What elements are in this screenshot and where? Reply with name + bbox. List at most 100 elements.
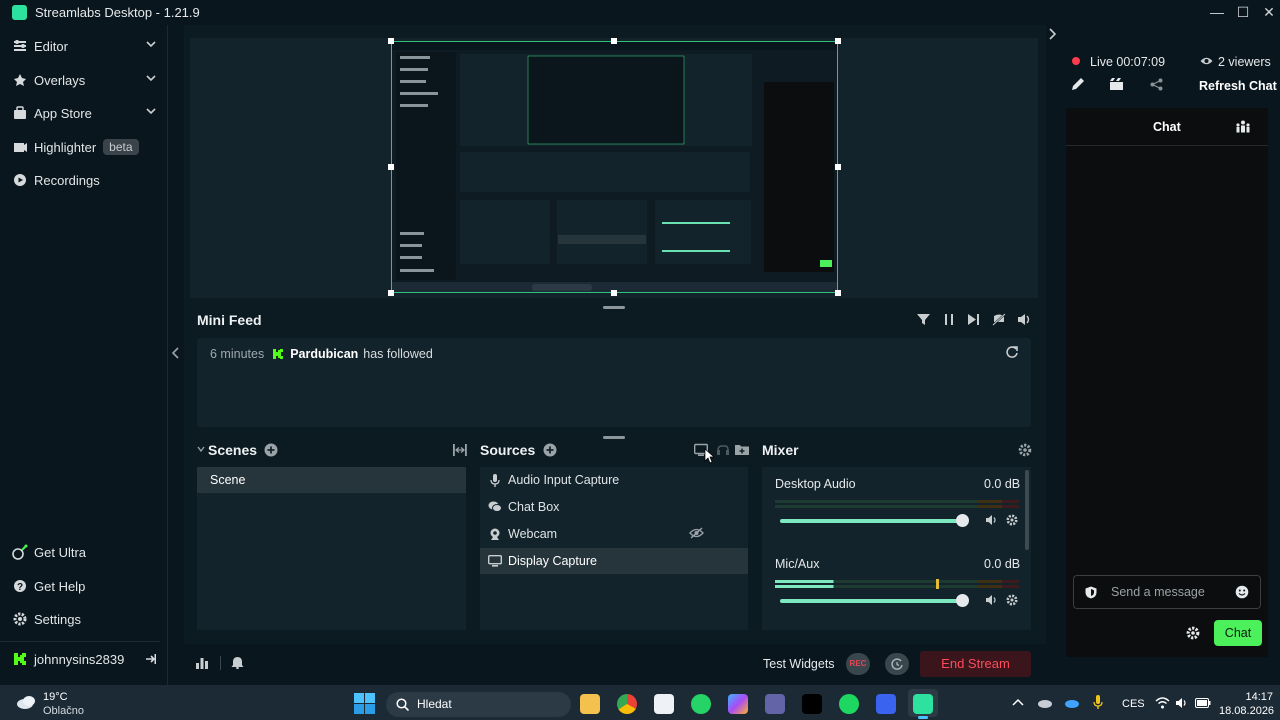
- add-scene-icon[interactable]: [264, 443, 278, 457]
- drag-handle[interactable]: [603, 306, 625, 309]
- drag-handle[interactable]: [603, 436, 625, 439]
- performance-stats-icon[interactable]: [196, 656, 209, 669]
- resize-handle[interactable]: [388, 164, 394, 170]
- streamlabs-icon[interactable]: [913, 694, 933, 714]
- tiktok-icon[interactable]: [802, 694, 822, 714]
- resize-handle[interactable]: [611, 290, 617, 296]
- source-item-selected[interactable]: Display Capture: [480, 548, 748, 574]
- highlighter-icon: [12, 139, 28, 155]
- nav-item-editor[interactable]: Editor: [0, 29, 168, 63]
- volume-tray-icon[interactable]: [1175, 697, 1188, 709]
- taskbar-search[interactable]: [386, 692, 571, 717]
- audio-source-icon[interactable]: [716, 444, 730, 457]
- resize-handle[interactable]: [835, 290, 841, 296]
- weather-cloud-icon[interactable]: [16, 694, 38, 710]
- source-item[interactable]: Audio Input Capture: [480, 467, 748, 493]
- volume-icon[interactable]: [1017, 313, 1032, 326]
- language-indicator[interactable]: CES: [1122, 698, 1145, 710]
- mixer-settings-icon[interactable]: [1018, 443, 1032, 457]
- source-label: Display Capture: [508, 554, 597, 568]
- resize-handle[interactable]: [835, 38, 841, 44]
- nav-item-settings[interactable]: Settings: [0, 602, 168, 636]
- channel-settings-icon[interactable]: [1006, 594, 1018, 606]
- add-source-icon[interactable]: [543, 443, 557, 457]
- share-icon[interactable]: [1150, 78, 1163, 91]
- nav-item-recordings[interactable]: Recordings: [0, 163, 168, 197]
- source-item[interactable]: Chat Box: [480, 494, 748, 520]
- teams-icon[interactable]: [765, 694, 785, 714]
- nav-item-overlays[interactable]: Overlays: [0, 63, 168, 97]
- tray-chevron-up-icon[interactable]: [1012, 697, 1024, 707]
- clock-time[interactable]: 14:17: [1245, 691, 1273, 703]
- clip-icon[interactable]: [1109, 77, 1124, 91]
- nav-item-get-ultra[interactable]: Get Ultra: [0, 535, 168, 569]
- logout-icon[interactable]: [142, 652, 156, 666]
- maximize-button[interactable]: ☐: [1232, 2, 1254, 22]
- event-time: 6 minutes: [210, 346, 265, 361]
- nav-item-app-store[interactable]: App Store: [0, 96, 168, 130]
- repeat-alert-icon[interactable]: [1005, 345, 1019, 359]
- speaker-icon[interactable]: [985, 594, 998, 606]
- beta-badge: beta: [103, 139, 139, 155]
- file-explorer-icon[interactable]: [580, 694, 600, 714]
- onedrive-icon[interactable]: [1064, 697, 1080, 708]
- spotify-icon[interactable]: [839, 694, 859, 714]
- resize-handle[interactable]: [835, 164, 841, 170]
- copilot-icon[interactable]: [728, 694, 748, 714]
- mute-alerts-icon[interactable]: [992, 313, 1006, 326]
- nav-item-get-help[interactable]: ? Get Help: [0, 569, 168, 603]
- volume-slider[interactable]: [780, 599, 963, 603]
- channel-settings-icon[interactable]: [1006, 514, 1018, 526]
- whatsapp-icon[interactable]: [691, 694, 711, 714]
- collapse-chevron-icon[interactable]: [197, 444, 205, 454]
- microphone-tray-icon[interactable]: [1093, 695, 1103, 710]
- skip-icon[interactable]: [967, 313, 980, 326]
- scene-transitions-icon[interactable]: [453, 443, 467, 457]
- clock-date[interactable]: 18.08.2026: [1219, 705, 1274, 717]
- roblox-icon[interactable]: [876, 694, 896, 714]
- wifi-icon[interactable]: [1155, 697, 1170, 709]
- add-folder-icon[interactable]: [735, 443, 749, 456]
- chrome-icon[interactable]: [617, 694, 637, 714]
- chat-send-button[interactable]: Chat: [1214, 620, 1262, 646]
- resize-handle[interactable]: [611, 38, 617, 44]
- user-account[interactable]: johnnysins2839: [0, 642, 168, 676]
- replay-buffer-button[interactable]: [885, 653, 909, 675]
- volume-slider-knob[interactable]: [956, 514, 969, 527]
- resize-handle[interactable]: [388, 38, 394, 44]
- users-list-icon[interactable]: [1236, 120, 1250, 133]
- refresh-chat-button[interactable]: Refresh Chat: [1199, 79, 1277, 93]
- mixer-scrollbar[interactable]: [1025, 470, 1029, 550]
- battery-icon[interactable]: [1195, 698, 1211, 708]
- display-capture-preview[interactable]: [391, 41, 838, 293]
- close-button[interactable]: ✕: [1258, 2, 1280, 22]
- record-button[interactable]: REC: [846, 653, 870, 675]
- resize-handle[interactable]: [388, 290, 394, 296]
- source-item[interactable]: Webcam: [480, 521, 748, 547]
- volume-slider[interactable]: [780, 519, 963, 523]
- microsoft-store-icon[interactable]: [654, 694, 674, 714]
- scene-item[interactable]: Scene: [197, 467, 466, 493]
- windows-start-icon[interactable]: [354, 693, 375, 714]
- help-icon: ?: [12, 578, 28, 594]
- onedrive-grey-icon[interactable]: [1037, 697, 1053, 708]
- edit-stream-info-icon[interactable]: [1071, 77, 1085, 91]
- notifications-bell-icon[interactable]: [231, 656, 244, 669]
- minimize-button[interactable]: —: [1206, 2, 1228, 22]
- emote-picker-icon[interactable]: [1235, 585, 1249, 599]
- filter-icon[interactable]: [917, 313, 930, 326]
- pause-icon[interactable]: [943, 313, 955, 326]
- event-username[interactable]: Pardubican: [290, 347, 358, 361]
- collapse-right-icon[interactable]: [1048, 27, 1058, 41]
- recordings-icon: [12, 172, 28, 188]
- volume-slider-knob[interactable]: [956, 594, 969, 607]
- end-stream-button[interactable]: End Stream: [920, 651, 1031, 677]
- hidden-eye-icon[interactable]: [689, 527, 704, 539]
- shield-icon[interactable]: [1085, 586, 1097, 599]
- nav-item-highlighter[interactable]: Highlighter beta: [0, 130, 168, 164]
- collapse-left-icon[interactable]: [170, 346, 180, 360]
- chat-settings-icon[interactable]: [1186, 626, 1200, 640]
- nav-label: Highlighter: [34, 139, 97, 155]
- nav-label: Editor: [34, 38, 68, 54]
- speaker-icon[interactable]: [985, 514, 998, 526]
